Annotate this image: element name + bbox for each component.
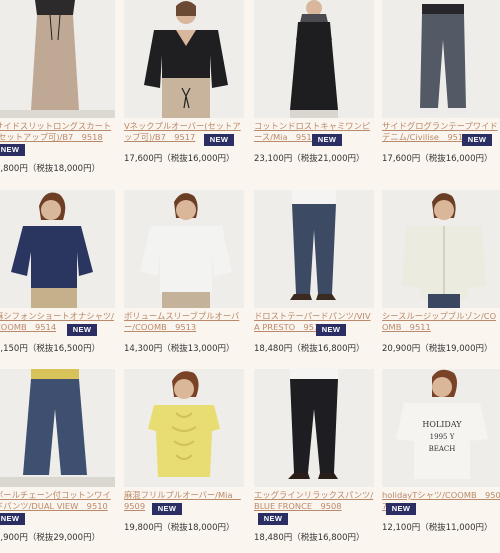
product-price: 17,600円（税抜16,000円） [124, 154, 235, 164]
new-badge: NEW [386, 503, 416, 515]
product-name[interactable]: ボールチェーン付コットンワイドパンツ/DUAL VIEW 9510 [0, 490, 115, 512]
product-grid: サイドスリットロングスカート(セットアップ可)/B7 9518 NEW 9,80… [0, 0, 500, 553]
tee-print-line-1: HOLIDAY [422, 420, 462, 429]
product-photo-wide-pants[interactable] [0, 369, 115, 487]
product-name[interactable]: シースルージップブルゾン/COOMB 9511 [382, 311, 500, 333]
tee-print-line-3: BEACH [429, 445, 456, 453]
product-name[interactable]: ドロストテーパードパンツ/VIVA PRESTO 9512 [254, 311, 374, 333]
product-photo-tapered-pants[interactable] [254, 190, 374, 308]
new-badge: NEW [204, 134, 234, 146]
tee-print-line-2: 1995 Y [430, 433, 455, 441]
new-badge: NEW [462, 134, 492, 146]
product-photo-frill-pullover[interactable] [124, 369, 244, 487]
product-photo-zip-blouson[interactable] [382, 190, 500, 308]
product-price: 18,480円（税抜16,800円） [254, 533, 365, 543]
product-price: 14,300円（税抜13,000円） [124, 344, 235, 354]
new-badge: NEW [316, 324, 346, 336]
product-name[interactable]: 麻混フリルプルオーバー/Mia 9509 [124, 490, 244, 512]
product-photo-denim-pants[interactable] [382, 0, 500, 118]
product-photo-navy-shirt[interactable] [0, 190, 115, 308]
new-badge: NEW [312, 134, 342, 146]
product-photo-black-pants[interactable] [254, 369, 374, 487]
product-name[interactable]: ボリュームスリーブプルオーバー/COOMB 9513 [124, 311, 244, 333]
product-price: 17,600円（税抜16,000円） [382, 154, 493, 164]
product-price: 18,480円（税抜16,800円） [254, 344, 365, 354]
product-name[interactable]: エッグラインリラックスパンツ/BLUE FRONCE 9508 [254, 490, 374, 512]
product-price: 23,100円（税抜21,000円） [254, 154, 365, 164]
product-name[interactable]: サイドスリットロングスカート(セットアップ可)/B7 9518 [0, 121, 115, 143]
new-badge: NEW [0, 513, 25, 525]
product-photo-holiday-tee[interactable]: HOLIDAY 1995 Y BEACH [382, 369, 500, 487]
new-badge: NEW [67, 324, 97, 336]
new-badge: NEW [0, 144, 25, 156]
product-price: 9,800円（税抜18,000円） [0, 164, 101, 174]
product-price: 19,800円（税抜18,000円） [124, 523, 235, 533]
product-photo-white-pullover[interactable] [124, 190, 244, 308]
product-photo-cami-dress[interactable] [254, 0, 374, 118]
product-price: 8,150円（税抜16,500円） [0, 344, 101, 354]
product-photo-v-neck-pullover[interactable] [124, 0, 244, 118]
new-badge: NEW [258, 513, 288, 525]
product-name[interactable]: 麻シフォンショートオナシャツ/COOMB 9514 [0, 311, 115, 333]
product-photo-long-skirt[interactable] [0, 0, 115, 118]
product-price: 20,900円（税抜19,000円） [382, 344, 493, 354]
new-badge: NEW [152, 503, 182, 515]
product-price: 12,100円（税抜11,000円） [382, 523, 493, 533]
product-price: 1,900円（税抜29,000円） [0, 533, 101, 543]
